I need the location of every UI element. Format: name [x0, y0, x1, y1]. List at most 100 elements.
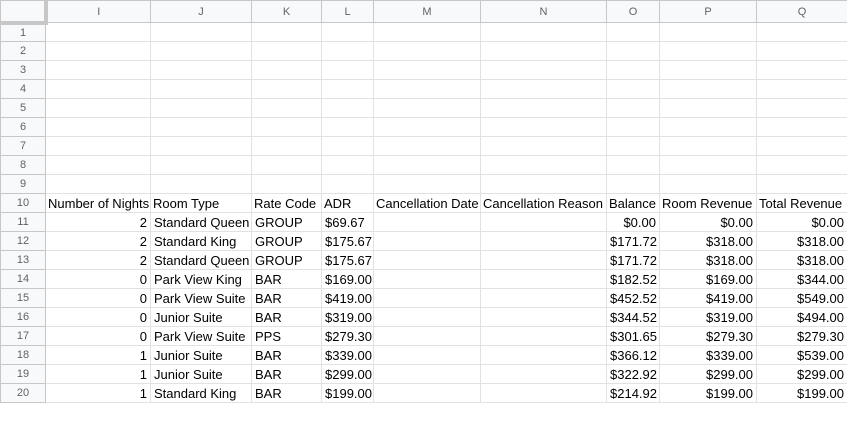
row-header[interactable]: 11 [0, 212, 46, 232]
cell-o[interactable] [606, 117, 660, 137]
column-header-p[interactable]: P [659, 0, 757, 23]
cell-q[interactable] [756, 98, 847, 118]
cell-m[interactable] [373, 155, 481, 175]
column-header-j[interactable]: J [150, 0, 252, 23]
cell-p[interactable]: $318.00 [659, 250, 757, 270]
cell-o[interactable]: $214.92 [606, 383, 660, 403]
cell-q[interactable]: $299.00 [756, 364, 847, 384]
cell-p[interactable] [659, 155, 757, 175]
cell-q[interactable] [756, 60, 847, 80]
row-header[interactable]: 6 [0, 117, 46, 137]
cell-j[interactable]: Standard Queen [150, 212, 252, 232]
cell-o[interactable]: $301.65 [606, 326, 660, 346]
row-header[interactable]: 12 [0, 231, 46, 251]
cell-k[interactable] [251, 60, 322, 80]
cell-k[interactable]: BAR [251, 269, 322, 289]
cell-l[interactable] [321, 22, 374, 42]
cell-l[interactable] [321, 60, 374, 80]
cell-p[interactable]: $169.00 [659, 269, 757, 289]
cell-p[interactable]: $339.00 [659, 345, 757, 365]
cell-j[interactable] [150, 98, 252, 118]
cell-m[interactable] [373, 212, 481, 232]
cell-m[interactable] [373, 136, 481, 156]
header-cell-l[interactable]: ADR [321, 193, 374, 213]
cell-j[interactable]: Junior Suite [150, 364, 252, 384]
cell-n[interactable] [480, 383, 607, 403]
cell-o[interactable] [606, 155, 660, 175]
row-header[interactable]: 3 [0, 60, 46, 80]
cell-n[interactable] [480, 98, 607, 118]
cell-m[interactable] [373, 41, 481, 61]
cell-o[interactable]: $452.52 [606, 288, 660, 308]
cell-q[interactable]: $539.00 [756, 345, 847, 365]
cell-k[interactable] [251, 22, 322, 42]
cell-q[interactable] [756, 136, 847, 156]
cell-i[interactable]: 2 [45, 212, 151, 232]
cell-p[interactable] [659, 136, 757, 156]
cell-k[interactable]: GROUP [251, 212, 322, 232]
cell-j[interactable] [150, 22, 252, 42]
cell-l[interactable] [321, 98, 374, 118]
cell-n[interactable] [480, 269, 607, 289]
cell-i[interactable] [45, 98, 151, 118]
cell-q[interactable]: $549.00 [756, 288, 847, 308]
cell-q[interactable]: $344.00 [756, 269, 847, 289]
cell-o[interactable]: $366.12 [606, 345, 660, 365]
cell-l[interactable] [321, 136, 374, 156]
cell-q[interactable]: $0.00 [756, 212, 847, 232]
cell-m[interactable] [373, 60, 481, 80]
column-header-n[interactable]: N [480, 0, 607, 23]
cell-n[interactable] [480, 326, 607, 346]
cell-m[interactable] [373, 250, 481, 270]
cell-q[interactable]: $199.00 [756, 383, 847, 403]
cell-l[interactable] [321, 174, 374, 194]
column-header-i[interactable]: I [45, 0, 151, 23]
cell-p[interactable]: $299.00 [659, 364, 757, 384]
cell-o[interactable]: $171.72 [606, 250, 660, 270]
cell-m[interactable] [373, 269, 481, 289]
cell-p[interactable] [659, 174, 757, 194]
cell-k[interactable]: GROUP [251, 250, 322, 270]
column-header-q[interactable]: Q [756, 0, 847, 23]
cell-o[interactable] [606, 22, 660, 42]
cell-j[interactable]: Junior Suite [150, 307, 252, 327]
row-header[interactable]: 7 [0, 136, 46, 156]
cell-l[interactable]: $175.67 [321, 250, 374, 270]
row-header[interactable]: 5 [0, 98, 46, 118]
cell-m[interactable] [373, 98, 481, 118]
cell-p[interactable]: $279.30 [659, 326, 757, 346]
cell-m[interactable] [373, 79, 481, 99]
row-header[interactable]: 2 [0, 41, 46, 61]
cell-j[interactable] [150, 79, 252, 99]
cell-n[interactable] [480, 250, 607, 270]
cell-p[interactable]: $419.00 [659, 288, 757, 308]
row-header[interactable]: 9 [0, 174, 46, 194]
cell-q[interactable] [756, 117, 847, 137]
cell-l[interactable] [321, 155, 374, 175]
cell-n[interactable] [480, 364, 607, 384]
cell-n[interactable] [480, 155, 607, 175]
cell-k[interactable]: BAR [251, 383, 322, 403]
row-header[interactable]: 15 [0, 288, 46, 308]
cell-n[interactable] [480, 345, 607, 365]
cell-p[interactable] [659, 98, 757, 118]
cell-i[interactable] [45, 155, 151, 175]
cell-j[interactable]: Park View Suite [150, 326, 252, 346]
cell-q[interactable] [756, 79, 847, 99]
cell-l[interactable]: $279.30 [321, 326, 374, 346]
cell-o[interactable] [606, 174, 660, 194]
cell-q[interactable] [756, 22, 847, 42]
cell-q[interactable] [756, 155, 847, 175]
cell-k[interactable] [251, 41, 322, 61]
cell-m[interactable] [373, 174, 481, 194]
cell-m[interactable] [373, 383, 481, 403]
cell-k[interactable]: BAR [251, 345, 322, 365]
select-all-corner[interactable] [0, 0, 48, 25]
cell-i[interactable]: 1 [45, 364, 151, 384]
cell-k[interactable]: BAR [251, 364, 322, 384]
cell-i[interactable] [45, 136, 151, 156]
cell-j[interactable] [150, 136, 252, 156]
cell-j[interactable] [150, 174, 252, 194]
cell-l[interactable]: $419.00 [321, 288, 374, 308]
cell-j[interactable]: Park View King [150, 269, 252, 289]
